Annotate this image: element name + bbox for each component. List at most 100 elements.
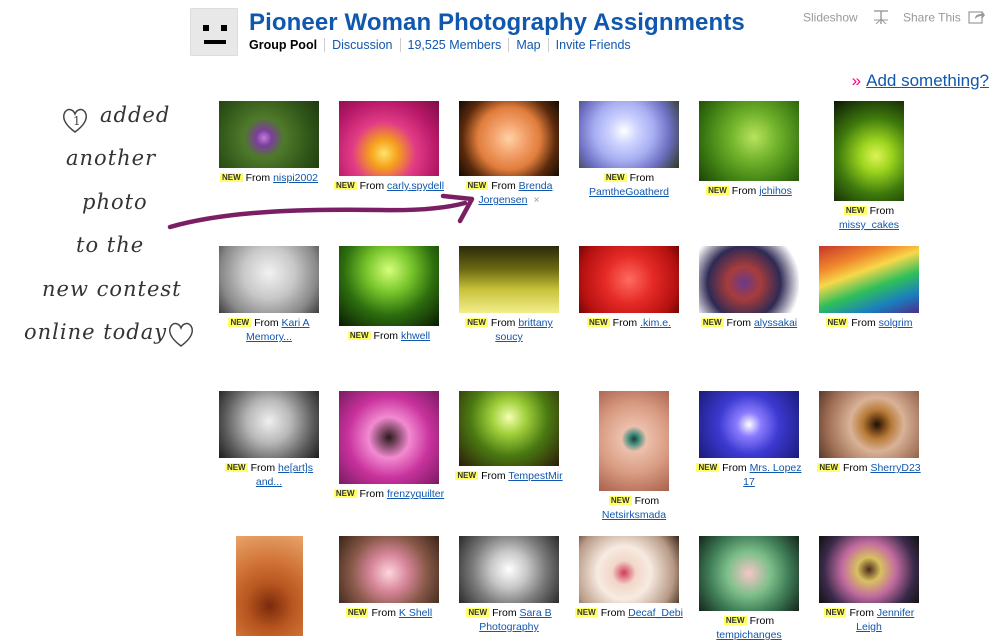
from-label: From	[359, 488, 385, 500]
photo-author-link[interactable]: tempichanges	[716, 629, 781, 641]
photo-author-link[interactable]: alyssakai	[754, 317, 797, 329]
photo-author-link[interactable]: solgrim	[879, 317, 913, 329]
photo-author-link[interactable]: Netsirksmada	[602, 509, 666, 521]
photo-item: NEW From Sara B Photography	[453, 536, 565, 634]
note-line-4: to the	[76, 233, 145, 257]
photo-item: NEW From frenzyquilter	[333, 391, 445, 501]
new-badge: NEW	[219, 173, 243, 182]
photo-thumbnail[interactable]	[819, 246, 919, 313]
photo-caption: NEW From missy_cakes	[813, 204, 925, 232]
photo-item	[214, 536, 326, 636]
photo-item: NEW From SherryD23	[813, 391, 925, 475]
photo-author-link[interactable]: frenzyquilter	[387, 488, 444, 500]
from-label: From	[490, 317, 516, 329]
photo-thumbnail[interactable]	[834, 101, 904, 201]
photo-item: NEW From PamtheGoatherd	[573, 101, 685, 199]
photo-thumbnail[interactable]	[459, 536, 559, 603]
photo-caption: NEW From Brenda Jorgensen ×	[453, 179, 565, 207]
photo-author-link[interactable]: missy_cakes	[839, 219, 899, 231]
photo-author-link[interactable]: khwell	[401, 330, 430, 342]
photo-thumbnail[interactable]	[699, 391, 799, 458]
new-badge: NEW	[465, 318, 488, 327]
photo-thumbnail[interactable]	[339, 246, 439, 326]
photo-thumbnail[interactable]	[339, 391, 439, 484]
nav-map[interactable]: Map	[508, 38, 547, 52]
photo-thumbnail[interactable]	[579, 101, 679, 168]
photo-author-link[interactable]: PamtheGoatherd	[589, 186, 669, 198]
photo-caption: NEW From Kari A Memory...	[213, 316, 325, 344]
photo-item: NEW From Mrs. Lopez 17	[693, 391, 805, 489]
new-badge: NEW	[608, 496, 632, 505]
photo-thumbnail[interactable]	[819, 391, 919, 458]
photo-author-link[interactable]: nispi2002	[273, 172, 318, 184]
photo-item: NEW From .kim.e.	[573, 246, 685, 330]
photo-caption: NEW From SherryD23	[813, 461, 925, 475]
group-subnav: Group Pool Discussion 19,525 Members Map Inv…	[249, 38, 638, 52]
nav-discussion[interactable]: Discussion	[324, 38, 399, 52]
photo-author-link[interactable]: .kim.e.	[640, 317, 671, 329]
nav-members[interactable]: 19,525 Members	[399, 38, 509, 52]
from-label: From	[250, 462, 276, 474]
photo-author-link[interactable]: Mrs. Lopez 17	[743, 462, 801, 488]
photo-item: NEW From jchihos	[693, 101, 805, 198]
from-label: From	[373, 330, 399, 342]
photo-thumbnail[interactable]	[699, 246, 799, 313]
photo-author-link[interactable]: jchihos	[759, 185, 792, 197]
from-label: From	[481, 470, 506, 482]
note-line-2: another	[66, 146, 157, 170]
from-label: From	[634, 495, 660, 507]
from-label: From	[869, 205, 895, 217]
slideshow-icon	[873, 9, 889, 28]
photo-caption: NEW From brittany soucy	[453, 316, 565, 344]
photo-thumbnail[interactable]	[699, 536, 799, 611]
remove-icon[interactable]: ×	[533, 194, 539, 206]
photo-caption: NEW From solgrim	[813, 316, 925, 330]
share-icon	[968, 9, 986, 28]
photo-thumbnail[interactable]	[819, 536, 919, 603]
photo-thumbnail[interactable]	[599, 391, 669, 491]
photo-thumbnail[interactable]	[579, 536, 679, 603]
nav-invite-friends[interactable]: Invite Friends	[547, 38, 638, 52]
photo-thumbnail[interactable]	[699, 101, 799, 181]
note-line-1: added	[100, 103, 171, 127]
from-label: From	[612, 317, 638, 329]
photo-author-link[interactable]: carly.spydell	[387, 180, 444, 192]
photo-thumbnail[interactable]	[236, 536, 303, 636]
photo-author-link[interactable]: Decaf_Debi	[628, 607, 683, 619]
nav-group-pool[interactable]: Group Pool	[249, 38, 324, 52]
photo-author-link[interactable]: SherryD23	[870, 462, 920, 474]
photo-thumbnail[interactable]	[339, 536, 439, 603]
group-avatar[interactable]	[190, 8, 238, 56]
photo-thumbnail[interactable]	[579, 246, 679, 313]
svg-text:1: 1	[73, 114, 81, 128]
share-link[interactable]: Share This	[903, 9, 986, 28]
photo-thumbnail[interactable]	[459, 246, 559, 313]
photo-caption: NEW From PamtheGoatherd	[573, 171, 685, 199]
new-badge: NEW	[455, 471, 479, 480]
note-line-5: new contest	[42, 277, 182, 301]
photo-thumbnail[interactable]	[219, 246, 319, 313]
group-title[interactable]: Pioneer Woman Photography Assignments	[249, 9, 745, 37]
from-label: From	[726, 317, 752, 329]
new-badge: NEW	[823, 608, 847, 617]
photo-thumbnail[interactable]	[339, 101, 439, 176]
photo-thumbnail[interactable]	[219, 101, 319, 168]
from-label: From	[749, 615, 775, 627]
raquo-icon: »	[851, 71, 862, 90]
photo-thumbnail[interactable]	[459, 101, 559, 176]
photo-author-link[interactable]: Brenda Jorgensen	[478, 180, 552, 206]
add-something-link[interactable]: Add something?	[866, 71, 989, 90]
from-label: From	[851, 317, 876, 329]
photo-item: NEW From Kari A Memory...	[213, 246, 325, 344]
from-label: From	[843, 462, 868, 474]
new-badge: NEW	[466, 608, 490, 617]
new-badge: NEW	[228, 318, 252, 327]
from-label: From	[629, 172, 655, 184]
photo-author-link[interactable]: K Shell	[399, 607, 432, 619]
photo-author-link[interactable]: TempestMir	[508, 470, 562, 482]
photo-item: NEW From he[art]s and...	[213, 391, 325, 489]
slideshow-link[interactable]: Slideshow	[803, 9, 889, 28]
new-badge: NEW	[333, 181, 357, 190]
photo-thumbnail[interactable]	[459, 391, 559, 466]
photo-thumbnail[interactable]	[219, 391, 319, 458]
